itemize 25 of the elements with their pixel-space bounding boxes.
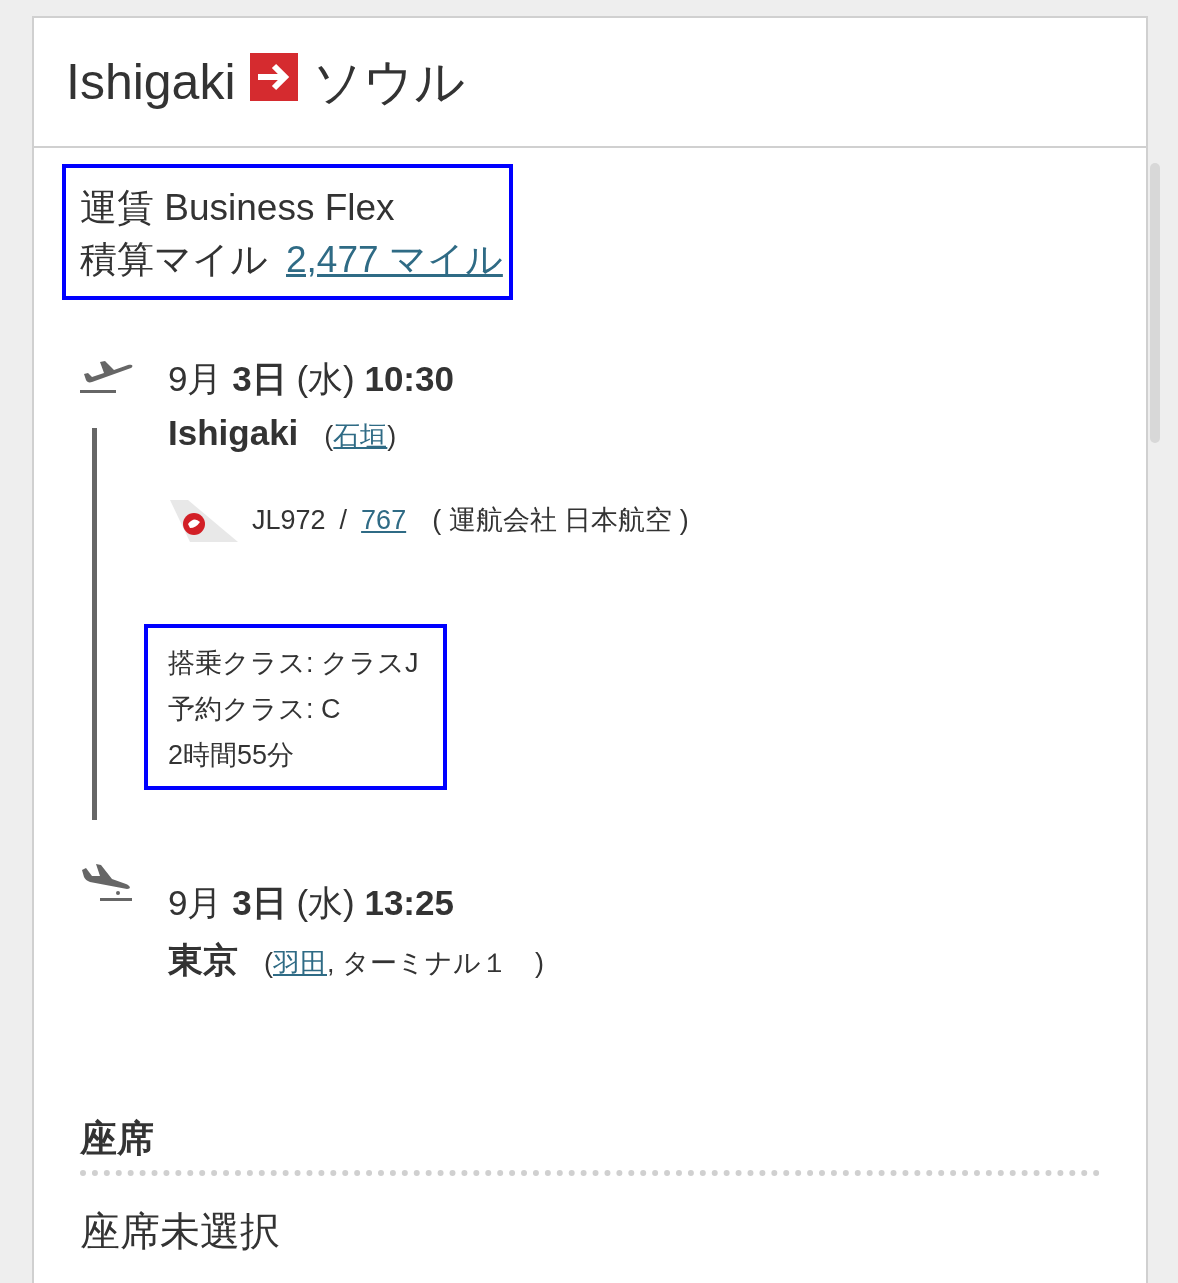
fare-text: 運賃 Business Flex bbox=[80, 186, 396, 230]
section-heading: 座席 bbox=[80, 1114, 1100, 1176]
separator-text: / bbox=[339, 504, 348, 536]
airport-link[interactable]: 石垣 bbox=[333, 418, 388, 454]
paren-text: ( bbox=[264, 948, 273, 979]
paren-text: , ターミナル１ ) bbox=[327, 947, 544, 980]
departure-city: Ishigaki bbox=[168, 413, 299, 453]
seat-status: 座席未選択 bbox=[80, 1176, 1100, 1283]
departure-date: 9月 3日 (水) 10:30 bbox=[168, 358, 455, 400]
paren-text: ) bbox=[387, 421, 397, 452]
airport-link[interactable]: 羽田 bbox=[273, 945, 327, 981]
arrival-city: 東京 bbox=[168, 939, 238, 981]
route-destination: ソウル bbox=[311, 57, 465, 107]
class-info-text: 予約クラス: C bbox=[168, 693, 342, 726]
aircraft-link[interactable]: 767 bbox=[361, 504, 407, 536]
paren-text: ( bbox=[324, 421, 334, 452]
tail-logo-icon bbox=[168, 498, 238, 542]
class-info-text: 2時間55分 bbox=[168, 739, 296, 772]
miles-link[interactable]: 2,477 マイル bbox=[286, 234, 503, 286]
miles-label: 積算マイル bbox=[80, 238, 268, 282]
flight-number: JL972 bbox=[252, 504, 326, 536]
arrival-date: 9月 3日 (水) 13:25 bbox=[168, 882, 455, 924]
class-info-text: 搭乗クラス: クラスJ bbox=[168, 647, 419, 680]
route-origin: Ishigaki bbox=[66, 57, 236, 107]
operator-text: ( 運航会社 日本航空 ) bbox=[432, 504, 689, 537]
